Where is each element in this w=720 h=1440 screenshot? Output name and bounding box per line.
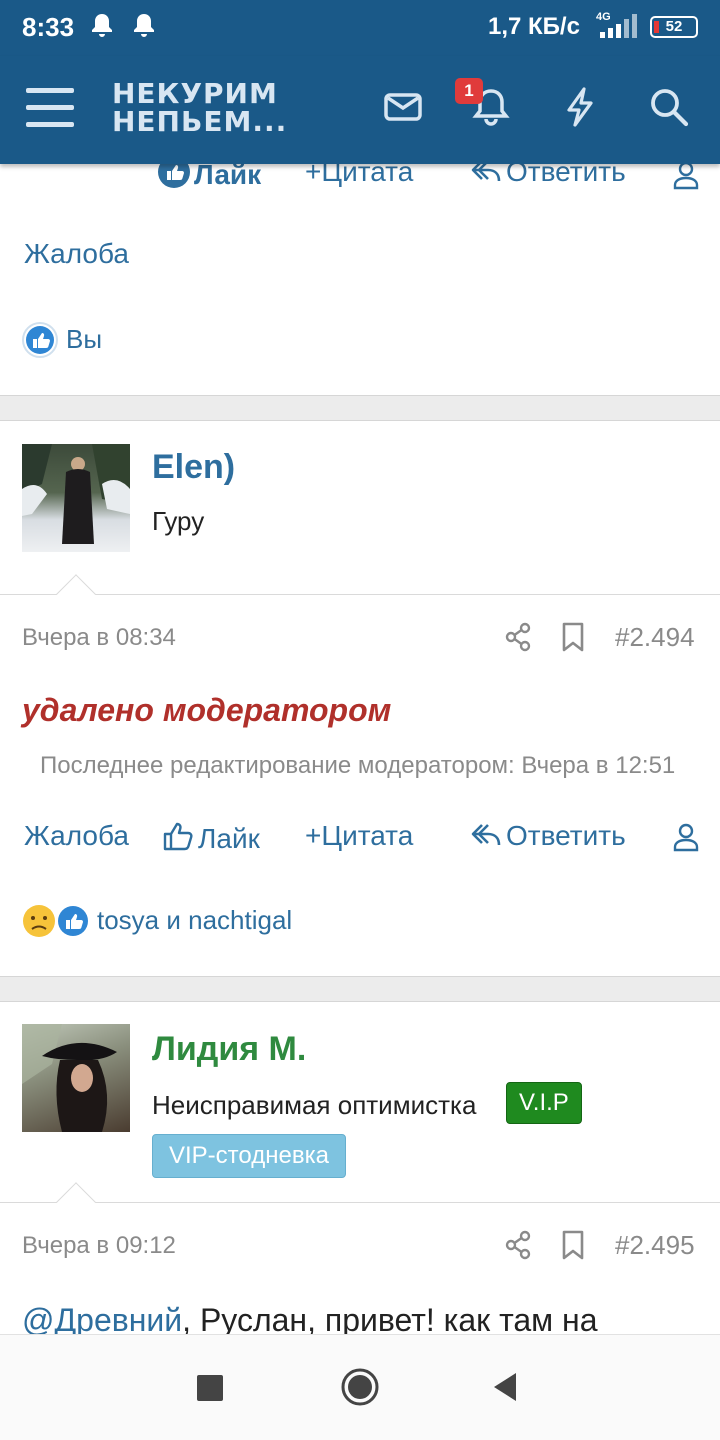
user-icon[interactable] (672, 822, 700, 852)
envelope-icon[interactable] (383, 86, 423, 126)
vip-badge: V.I.P (506, 1082, 582, 1124)
screen: 8:33 1,7 КБ/с 4G 52 НЕКУРИМ НЕПЬЕМ... 1 … (0, 0, 720, 1440)
like-reaction-icon (55, 903, 91, 939)
post-separator (0, 395, 720, 421)
bookmark-icon[interactable] (560, 622, 586, 652)
bookmark-icon[interactable] (560, 1230, 586, 1260)
author-name[interactable]: Лидия М. (152, 1030, 306, 1069)
plus-icon: + (305, 820, 322, 851)
report-label: Жалоба (24, 820, 129, 851)
logo-line-2: НЕПЬЕМ... (112, 105, 288, 138)
message-notch (56, 574, 96, 614)
network-speed: 1,7 КБ/с (488, 13, 580, 40)
notification-count-badge: 1 (455, 78, 483, 104)
post-date[interactable]: Вчера в 09:12 (22, 1232, 176, 1260)
post-number[interactable]: #2.495 (615, 1230, 695, 1261)
quote-button[interactable]: +Цитата (305, 820, 413, 852)
network-type-label: 4G (596, 11, 611, 23)
deleted-notice: удалено модератором (22, 692, 392, 728)
share-icon[interactable] (504, 1230, 532, 1260)
avatar-image (22, 1024, 117, 1132)
post-number[interactable]: #2.494 (615, 622, 695, 653)
user-title: Гуру (152, 506, 205, 536)
avatar-image (22, 444, 130, 544)
app-header: НЕКУРИМ НЕПЬЕМ... 1 (0, 56, 720, 164)
logo-line-1: НЕКУРИМ (112, 77, 278, 110)
divider (0, 594, 720, 595)
site-logo[interactable]: НЕКУРИМ НЕПЬЕМ... (112, 80, 287, 136)
bell-notification-icon (92, 14, 112, 37)
reply-button[interactable]: Ответить (470, 820, 626, 852)
recent-apps-icon[interactable] (197, 1375, 223, 1401)
like-label: Лайк (198, 823, 260, 854)
post-text: , Руслан, привет! как там на (182, 1302, 598, 1338)
confused-emoji-icon (21, 903, 57, 939)
search-icon[interactable] (648, 86, 690, 128)
avatar-elen[interactable] (22, 444, 130, 552)
signal-icon: 4G (596, 11, 637, 38)
like-button[interactable]: Лайк (162, 820, 260, 855)
message-notch (56, 1182, 96, 1222)
quote-label: Цитата (321, 820, 414, 851)
battery-level: 52 (665, 18, 683, 35)
author-name[interactable]: Elen) (152, 448, 235, 487)
like-reaction-icon (22, 322, 58, 358)
reply-icon (471, 824, 501, 846)
user-title: Неисправимая оптимистка (152, 1090, 477, 1120)
reactions-list[interactable]: tosya и nachtigal (97, 905, 292, 936)
user-icon[interactable] (672, 160, 700, 190)
battery-indicator: 52 (650, 16, 698, 38)
bell-notification-icon (134, 14, 154, 37)
report-link[interactable]: Жалоба (24, 238, 129, 270)
vip-banner-badge: VIP-стодневка (152, 1134, 346, 1178)
status-time: 8:33 (22, 12, 75, 42)
like-outline-icon (163, 822, 193, 851)
post-separator (0, 976, 720, 1002)
report-button[interactable]: Жалоба (24, 820, 129, 852)
menu-icon[interactable] (26, 88, 74, 128)
avatar-lidia[interactable] (22, 1024, 130, 1132)
edit-notice: Последнее редактирование модератором: Вч… (40, 752, 676, 779)
reply-label: Ответить (506, 820, 626, 851)
post-date[interactable]: Вчера в 08:34 (22, 624, 176, 652)
lightning-icon[interactable] (562, 86, 598, 128)
home-icon[interactable] (340, 1367, 380, 1407)
divider (0, 1202, 720, 1203)
status-bar: 8:33 1,7 КБ/с 4G 52 (0, 0, 720, 56)
back-icon[interactable] (490, 1371, 520, 1403)
share-icon[interactable] (504, 622, 532, 652)
user-mention[interactable]: @Древний (22, 1302, 182, 1338)
android-nav-bar (0, 1334, 720, 1440)
reactions-list[interactable]: Вы (66, 324, 102, 355)
